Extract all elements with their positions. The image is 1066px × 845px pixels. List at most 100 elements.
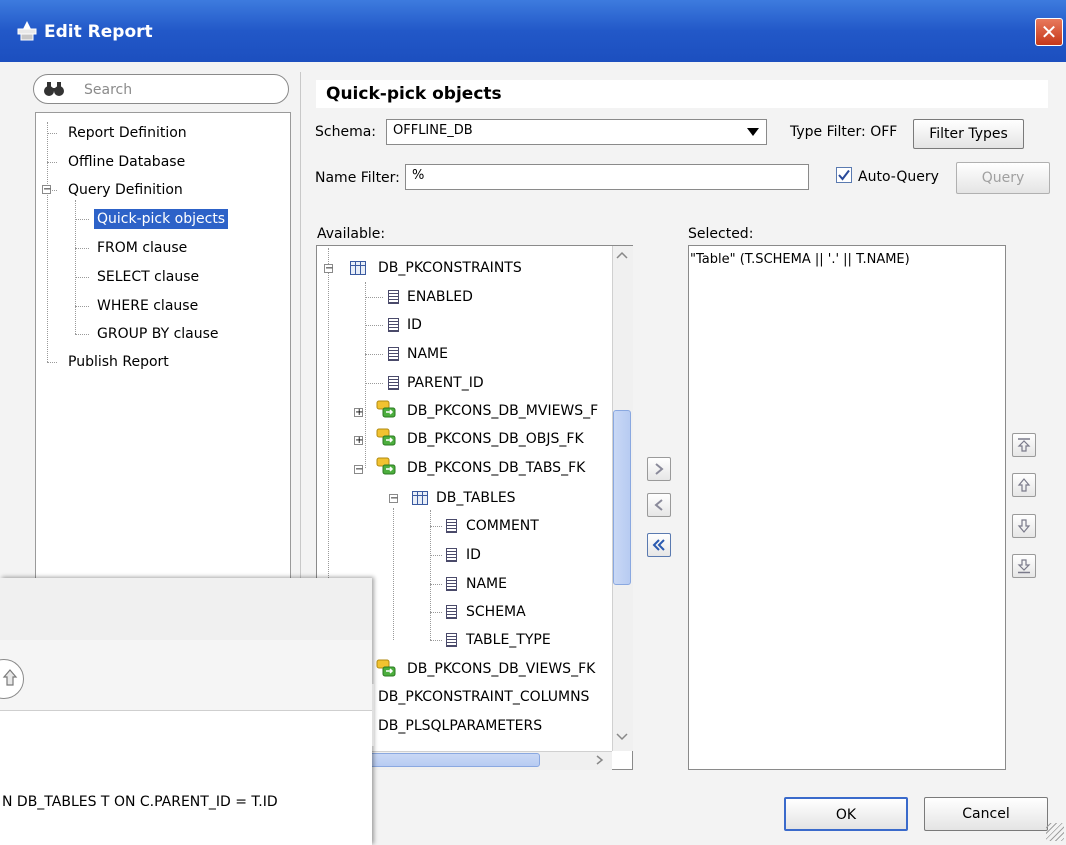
tree-node-db-pkcons-db-tabs-fk[interactable]: DB_PKCONS_DB_TABS_FK <box>407 460 585 476</box>
title-bar <box>0 0 1066 62</box>
scroll-down-icon[interactable] <box>615 732 629 742</box>
move-bottom-icon <box>1017 559 1031 574</box>
nav-offline-database[interactable]: Offline Database <box>68 154 185 170</box>
name-filter-input[interactable]: % <box>405 164 809 190</box>
tree-line <box>47 133 57 134</box>
tree-node-db-pkcons-db-mviews-fk[interactable]: DB_PKCONS_DB_MVIEWS_F <box>407 403 598 419</box>
move-top-icon <box>1017 438 1031 452</box>
tree-node-tables-name[interactable]: NAME <box>466 576 507 592</box>
pane-divider[interactable] <box>300 72 301 602</box>
sql-fragment: N DB_TABLES T ON C.PARENT_ID = T.ID <box>2 794 278 810</box>
arrow-up-icon <box>2 669 18 686</box>
resize-grip[interactable] <box>1046 823 1064 841</box>
collapse-icon[interactable]: − <box>324 264 333 274</box>
tree-node-comment[interactable]: COMMENT <box>466 518 539 534</box>
nav-query-definition[interactable]: Query Definition <box>68 182 183 198</box>
query-button[interactable]: Query <box>956 162 1050 194</box>
selected-label: Selected: <box>688 226 754 242</box>
expand-icon[interactable]: + <box>354 408 363 418</box>
chevron-down-icon <box>747 128 759 136</box>
tree-node-enabled[interactable]: ENABLED <box>407 289 473 305</box>
tree-line <box>430 640 442 641</box>
tree-node-db-pkcons-db-views-fk[interactable]: DB_PKCONS_DB_VIEWS_FK <box>407 661 595 677</box>
move-bottom-button[interactable] <box>1012 554 1036 578</box>
tree-line <box>75 306 89 307</box>
search-placeholder: Search <box>84 82 133 98</box>
tree-line <box>75 219 89 220</box>
nav-group-by-clause[interactable]: GROUP BY clause <box>97 326 219 342</box>
binoculars-icon <box>44 82 64 96</box>
tree-line <box>75 200 76 334</box>
double-chevron-left-icon <box>652 539 665 551</box>
nav-report-definition[interactable]: Report Definition <box>68 125 187 141</box>
tree-node-db-tables[interactable]: DB_TABLES <box>436 490 516 506</box>
tree-line <box>52 190 57 191</box>
add-button[interactable] <box>647 457 671 481</box>
tree-line <box>365 282 366 468</box>
tree-node-id[interactable]: ID <box>407 317 422 333</box>
nav-publish-report[interactable]: Publish Report <box>68 354 169 370</box>
collapse-icon[interactable]: − <box>42 185 51 195</box>
nav-from-clause[interactable]: FROM clause <box>97 240 187 256</box>
tree-line <box>430 526 442 527</box>
scroll-up-icon[interactable] <box>615 250 629 260</box>
tree-node-table-type[interactable]: TABLE_TYPE <box>466 632 551 648</box>
tree-node-tables-id[interactable]: ID <box>466 547 481 563</box>
collapse-icon[interactable]: − <box>354 465 363 475</box>
remove-all-button[interactable] <box>647 533 671 557</box>
foreign-key-icon <box>376 659 396 677</box>
selected-list[interactable] <box>688 245 1006 770</box>
collapse-icon[interactable]: − <box>389 494 398 504</box>
nav-where-clause[interactable]: WHERE clause <box>97 298 198 314</box>
chevron-left-icon <box>654 499 663 511</box>
remove-button[interactable] <box>647 493 671 517</box>
tree-line <box>365 325 383 326</box>
tree-line <box>75 334 89 335</box>
column-icon <box>388 290 399 304</box>
window-edge <box>372 684 374 746</box>
tree-node-db-pkconstraint-columns[interactable]: DB_PKCONSTRAINT_COLUMNS <box>378 689 589 705</box>
tree-line <box>47 122 48 362</box>
auto-query-checkbox[interactable] <box>836 167 852 183</box>
expand-icon[interactable]: + <box>354 436 363 446</box>
tree-line <box>430 584 442 585</box>
tree-line <box>47 362 57 363</box>
available-label: Available: <box>317 226 386 242</box>
tree-node-db-pkcons-db-objs-fk[interactable]: DB_PKCONS_DB_OBJS_FK <box>407 431 584 447</box>
tree-line <box>75 248 89 249</box>
schema-select[interactable]: OFFLINE_DB <box>386 119 767 145</box>
move-up-button[interactable] <box>1012 473 1036 497</box>
nav-quick-pick-objects[interactable]: Quick-pick objects <box>94 209 229 229</box>
search-input[interactable] <box>33 74 289 104</box>
selected-item[interactable]: "Table" (T.SCHEMA || '.' || T.NAME) <box>690 252 910 267</box>
filter-types-button[interactable]: Filter Types <box>913 119 1024 149</box>
column-icon <box>446 519 457 533</box>
tree-node-schema[interactable]: SCHEMA <box>466 604 526 620</box>
vertical-scroll-thumb[interactable] <box>613 410 631 585</box>
tree-node-db-plsqlparameters[interactable]: DB_PLSQLPARAMETERS <box>378 718 542 734</box>
cancel-button[interactable]: Cancel <box>924 797 1048 831</box>
tree-line <box>430 510 431 640</box>
close-button[interactable]: ✕ <box>1035 18 1063 46</box>
tree-line <box>47 162 57 163</box>
ok-button[interactable]: OK <box>784 797 908 831</box>
column-icon <box>446 548 457 562</box>
tree-line <box>365 383 383 384</box>
column-icon <box>388 347 399 361</box>
tree-node-db-pkconstraints[interactable]: DB_PKCONSTRAINTS <box>378 260 522 276</box>
move-down-button[interactable] <box>1012 514 1036 538</box>
nav-select-clause[interactable]: SELECT clause <box>97 269 199 285</box>
type-filter-status: Type Filter: OFF <box>790 124 898 140</box>
tree-node-parent-id[interactable]: PARENT_ID <box>407 375 484 391</box>
scroll-right-icon[interactable] <box>594 754 604 766</box>
column-icon <box>388 318 399 332</box>
tree-line <box>393 508 394 640</box>
window-title: Edit Report <box>44 22 153 42</box>
column-icon <box>388 376 399 390</box>
tree-node-name[interactable]: NAME <box>407 346 448 362</box>
tree-line <box>75 277 89 278</box>
tree-line <box>430 612 442 613</box>
move-top-button[interactable] <box>1012 433 1036 457</box>
foreign-key-icon <box>376 457 396 475</box>
auto-query-label: Auto-Query <box>858 169 939 185</box>
